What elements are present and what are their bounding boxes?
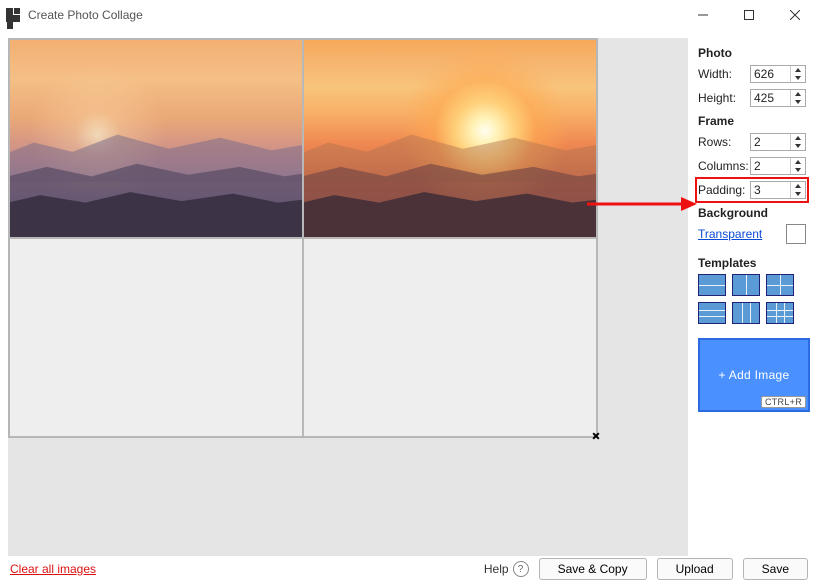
side-panel: Photo Width: 626 Height: 425 Frame Rows: bbox=[688, 30, 818, 556]
template-2rows[interactable] bbox=[698, 274, 726, 296]
spin-down-icon[interactable] bbox=[791, 190, 805, 198]
width-value[interactable]: 626 bbox=[751, 66, 790, 82]
collage-cell-empty[interactable] bbox=[303, 238, 597, 437]
height-label: Height: bbox=[698, 91, 750, 105]
clear-all-link[interactable]: Clear all images bbox=[10, 562, 96, 576]
add-image-shortcut: CTRL+R bbox=[761, 396, 806, 408]
padding-label: Padding: bbox=[698, 183, 750, 197]
height-value[interactable]: 425 bbox=[751, 90, 790, 106]
window-title: Create Photo Collage bbox=[28, 8, 143, 22]
section-heading-background: Background bbox=[698, 206, 806, 220]
templates-grid bbox=[698, 274, 806, 324]
width-input[interactable]: 626 bbox=[750, 65, 806, 83]
canvas-area[interactable] bbox=[8, 38, 688, 556]
section-heading-frame: Frame bbox=[698, 114, 806, 128]
photo-thumbnail[interactable] bbox=[304, 40, 596, 237]
template-2x2[interactable] bbox=[766, 274, 794, 296]
padding-value[interactable]: 3 bbox=[751, 182, 790, 198]
padding-input[interactable]: 3 bbox=[750, 181, 806, 199]
columns-value[interactable]: 2 bbox=[751, 158, 790, 174]
rows-input[interactable]: 2 bbox=[750, 133, 806, 151]
section-heading-photo: Photo bbox=[698, 46, 806, 60]
help-icon: ? bbox=[513, 561, 529, 577]
close-button[interactable] bbox=[772, 0, 818, 30]
resize-handle[interactable] bbox=[592, 432, 600, 440]
template-3x3[interactable] bbox=[766, 302, 794, 324]
save-button[interactable]: Save bbox=[743, 558, 808, 580]
height-input[interactable]: 425 bbox=[750, 89, 806, 107]
rows-value[interactable]: 2 bbox=[751, 134, 790, 150]
help-label: Help bbox=[484, 562, 509, 576]
columns-label: Columns: bbox=[698, 159, 750, 173]
help-link[interactable]: Help ? bbox=[484, 561, 529, 577]
spin-up-icon[interactable] bbox=[791, 134, 805, 142]
spin-down-icon[interactable] bbox=[791, 166, 805, 174]
add-image-button[interactable]: + Add Image CTRL+R bbox=[698, 338, 810, 412]
upload-button[interactable]: Upload bbox=[657, 558, 733, 580]
spin-up-icon[interactable] bbox=[791, 90, 805, 98]
collage-frame[interactable] bbox=[8, 38, 598, 438]
spin-up-icon[interactable] bbox=[791, 66, 805, 74]
photo-thumbnail[interactable] bbox=[10, 40, 302, 237]
padding-row-highlighted: Padding: 3 bbox=[698, 180, 806, 200]
minimize-button[interactable] bbox=[680, 0, 726, 30]
maximize-button[interactable] bbox=[726, 0, 772, 30]
background-color-swatch[interactable] bbox=[786, 224, 806, 244]
template-2cols[interactable] bbox=[732, 274, 760, 296]
template-3cols[interactable] bbox=[732, 302, 760, 324]
spin-up-icon[interactable] bbox=[791, 182, 805, 190]
background-transparent-link[interactable]: Transparent bbox=[698, 227, 762, 241]
add-image-label: + Add Image bbox=[718, 368, 789, 382]
width-label: Width: bbox=[698, 67, 750, 81]
titlebar: Create Photo Collage bbox=[0, 0, 818, 30]
spin-down-icon[interactable] bbox=[791, 74, 805, 82]
rows-label: Rows: bbox=[698, 135, 750, 149]
collage-cell[interactable] bbox=[9, 39, 303, 238]
footer: Clear all images Help ? Save & Copy Uplo… bbox=[0, 556, 818, 586]
columns-input[interactable]: 2 bbox=[750, 157, 806, 175]
spin-down-icon[interactable] bbox=[791, 98, 805, 106]
app-window: Create Photo Collage bbox=[0, 0, 818, 586]
save-and-copy-button[interactable]: Save & Copy bbox=[539, 558, 647, 580]
collage-cell-empty[interactable] bbox=[9, 238, 303, 437]
spin-down-icon[interactable] bbox=[791, 142, 805, 150]
spin-up-icon[interactable] bbox=[791, 158, 805, 166]
template-3rows[interactable] bbox=[698, 302, 726, 324]
app-icon bbox=[6, 8, 20, 22]
collage-cell[interactable] bbox=[303, 39, 597, 238]
section-heading-templates: Templates bbox=[698, 256, 806, 270]
